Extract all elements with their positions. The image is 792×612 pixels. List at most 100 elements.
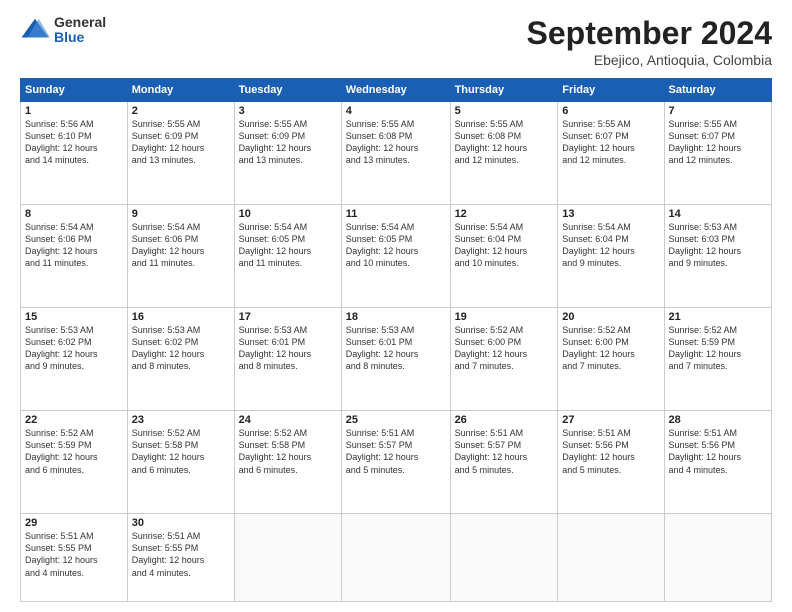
day-number: 3 [239, 105, 337, 117]
day-number: 2 [132, 105, 230, 117]
day-number: 11 [346, 208, 446, 220]
calendar-cell: 17Sunrise: 5:53 AMSunset: 6:01 PMDayligh… [234, 308, 341, 411]
calendar-cell: 1Sunrise: 5:56 AMSunset: 6:10 PMDaylight… [21, 102, 128, 205]
day-info: Sunrise: 5:51 AMSunset: 5:57 PMDaylight:… [455, 427, 554, 476]
calendar-cell: 2Sunrise: 5:55 AMSunset: 6:09 PMDaylight… [127, 102, 234, 205]
day-number: 16 [132, 311, 230, 323]
calendar-cell: 30Sunrise: 5:51 AMSunset: 5:55 PMDayligh… [127, 514, 234, 602]
calendar-cell: 27Sunrise: 5:51 AMSunset: 5:56 PMDayligh… [558, 411, 664, 514]
calendar-cell: 19Sunrise: 5:52 AMSunset: 6:00 PMDayligh… [450, 308, 558, 411]
day-info: Sunrise: 5:54 AMSunset: 6:06 PMDaylight:… [25, 221, 123, 270]
day-number: 4 [346, 105, 446, 117]
weekday-monday: Monday [127, 79, 234, 102]
day-info: Sunrise: 5:52 AMSunset: 5:59 PMDaylight:… [25, 427, 123, 476]
day-info: Sunrise: 5:53 AMSunset: 6:01 PMDaylight:… [346, 324, 446, 373]
day-number: 18 [346, 311, 446, 323]
day-info: Sunrise: 5:55 AMSunset: 6:09 PMDaylight:… [132, 118, 230, 167]
day-number: 27 [562, 414, 659, 426]
calendar-cell: 22Sunrise: 5:52 AMSunset: 5:59 PMDayligh… [21, 411, 128, 514]
day-info: Sunrise: 5:53 AMSunset: 6:02 PMDaylight:… [132, 324, 230, 373]
calendar-cell: 11Sunrise: 5:54 AMSunset: 6:05 PMDayligh… [341, 205, 450, 308]
day-info: Sunrise: 5:55 AMSunset: 6:08 PMDaylight:… [346, 118, 446, 167]
day-number: 5 [455, 105, 554, 117]
day-number: 9 [132, 208, 230, 220]
day-info: Sunrise: 5:51 AMSunset: 5:56 PMDaylight:… [562, 427, 659, 476]
day-info: Sunrise: 5:54 AMSunset: 6:04 PMDaylight:… [455, 221, 554, 270]
day-number: 1 [25, 105, 123, 117]
calendar-cell: 8Sunrise: 5:54 AMSunset: 6:06 PMDaylight… [21, 205, 128, 308]
day-info: Sunrise: 5:55 AMSunset: 6:07 PMDaylight:… [669, 118, 767, 167]
calendar-cell: 21Sunrise: 5:52 AMSunset: 5:59 PMDayligh… [664, 308, 771, 411]
title-block: September 2024 Ebejico, Antioquia, Colom… [527, 15, 772, 68]
day-number: 19 [455, 311, 554, 323]
day-number: 10 [239, 208, 337, 220]
calendar-cell: 7Sunrise: 5:55 AMSunset: 6:07 PMDaylight… [664, 102, 771, 205]
location: Ebejico, Antioquia, Colombia [527, 52, 772, 68]
logo-icon [20, 15, 50, 45]
day-info: Sunrise: 5:53 AMSunset: 6:01 PMDaylight:… [239, 324, 337, 373]
calendar-cell: 3Sunrise: 5:55 AMSunset: 6:09 PMDaylight… [234, 102, 341, 205]
weekday-wednesday: Wednesday [341, 79, 450, 102]
calendar-cell: 25Sunrise: 5:51 AMSunset: 5:57 PMDayligh… [341, 411, 450, 514]
weekday-header-row: SundayMondayTuesdayWednesdayThursdayFrid… [21, 79, 772, 102]
calendar-cell [341, 514, 450, 602]
day-info: Sunrise: 5:55 AMSunset: 6:09 PMDaylight:… [239, 118, 337, 167]
calendar-cell: 18Sunrise: 5:53 AMSunset: 6:01 PMDayligh… [341, 308, 450, 411]
calendar-cell: 29Sunrise: 5:51 AMSunset: 5:55 PMDayligh… [21, 514, 128, 602]
calendar-cell: 14Sunrise: 5:53 AMSunset: 6:03 PMDayligh… [664, 205, 771, 308]
calendar-cell [234, 514, 341, 602]
calendar-cell: 5Sunrise: 5:55 AMSunset: 6:08 PMDaylight… [450, 102, 558, 205]
day-info: Sunrise: 5:51 AMSunset: 5:55 PMDaylight:… [25, 530, 123, 579]
calendar-cell: 16Sunrise: 5:53 AMSunset: 6:02 PMDayligh… [127, 308, 234, 411]
calendar-body: 1Sunrise: 5:56 AMSunset: 6:10 PMDaylight… [21, 102, 772, 602]
day-number: 29 [25, 517, 123, 529]
weekday-thursday: Thursday [450, 79, 558, 102]
day-number: 26 [455, 414, 554, 426]
day-number: 24 [239, 414, 337, 426]
calendar-cell: 9Sunrise: 5:54 AMSunset: 6:06 PMDaylight… [127, 205, 234, 308]
week-row-2: 8Sunrise: 5:54 AMSunset: 6:06 PMDaylight… [21, 205, 772, 308]
day-number: 30 [132, 517, 230, 529]
day-info: Sunrise: 5:54 AMSunset: 6:04 PMDaylight:… [562, 221, 659, 270]
header: General Blue September 2024 Ebejico, Ant… [20, 15, 772, 68]
calendar-cell: 23Sunrise: 5:52 AMSunset: 5:58 PMDayligh… [127, 411, 234, 514]
calendar-table: SundayMondayTuesdayWednesdayThursdayFrid… [20, 78, 772, 602]
calendar-cell: 26Sunrise: 5:51 AMSunset: 5:57 PMDayligh… [450, 411, 558, 514]
logo-general: General [54, 15, 106, 30]
month-title: September 2024 [527, 15, 772, 52]
calendar-cell [558, 514, 664, 602]
day-info: Sunrise: 5:51 AMSunset: 5:55 PMDaylight:… [132, 530, 230, 579]
day-info: Sunrise: 5:53 AMSunset: 6:03 PMDaylight:… [669, 221, 767, 270]
day-info: Sunrise: 5:54 AMSunset: 6:05 PMDaylight:… [346, 221, 446, 270]
day-info: Sunrise: 5:54 AMSunset: 6:05 PMDaylight:… [239, 221, 337, 270]
calendar-cell: 10Sunrise: 5:54 AMSunset: 6:05 PMDayligh… [234, 205, 341, 308]
weekday-saturday: Saturday [664, 79, 771, 102]
day-info: Sunrise: 5:55 AMSunset: 6:08 PMDaylight:… [455, 118, 554, 167]
day-number: 12 [455, 208, 554, 220]
page: General Blue September 2024 Ebejico, Ant… [0, 0, 792, 612]
weekday-friday: Friday [558, 79, 664, 102]
week-row-4: 22Sunrise: 5:52 AMSunset: 5:59 PMDayligh… [21, 411, 772, 514]
day-number: 13 [562, 208, 659, 220]
day-info: Sunrise: 5:52 AMSunset: 5:58 PMDaylight:… [239, 427, 337, 476]
week-row-5: 29Sunrise: 5:51 AMSunset: 5:55 PMDayligh… [21, 514, 772, 602]
calendar-cell: 12Sunrise: 5:54 AMSunset: 6:04 PMDayligh… [450, 205, 558, 308]
day-number: 22 [25, 414, 123, 426]
day-info: Sunrise: 5:51 AMSunset: 5:57 PMDaylight:… [346, 427, 446, 476]
day-info: Sunrise: 5:52 AMSunset: 5:58 PMDaylight:… [132, 427, 230, 476]
day-number: 17 [239, 311, 337, 323]
day-number: 7 [669, 105, 767, 117]
day-number: 25 [346, 414, 446, 426]
day-number: 6 [562, 105, 659, 117]
calendar-cell: 20Sunrise: 5:52 AMSunset: 6:00 PMDayligh… [558, 308, 664, 411]
week-row-3: 15Sunrise: 5:53 AMSunset: 6:02 PMDayligh… [21, 308, 772, 411]
day-number: 28 [669, 414, 767, 426]
day-number: 23 [132, 414, 230, 426]
weekday-sunday: Sunday [21, 79, 128, 102]
calendar-cell: 28Sunrise: 5:51 AMSunset: 5:56 PMDayligh… [664, 411, 771, 514]
day-number: 8 [25, 208, 123, 220]
day-number: 21 [669, 311, 767, 323]
calendar-cell: 15Sunrise: 5:53 AMSunset: 6:02 PMDayligh… [21, 308, 128, 411]
calendar-cell: 13Sunrise: 5:54 AMSunset: 6:04 PMDayligh… [558, 205, 664, 308]
calendar-cell [664, 514, 771, 602]
